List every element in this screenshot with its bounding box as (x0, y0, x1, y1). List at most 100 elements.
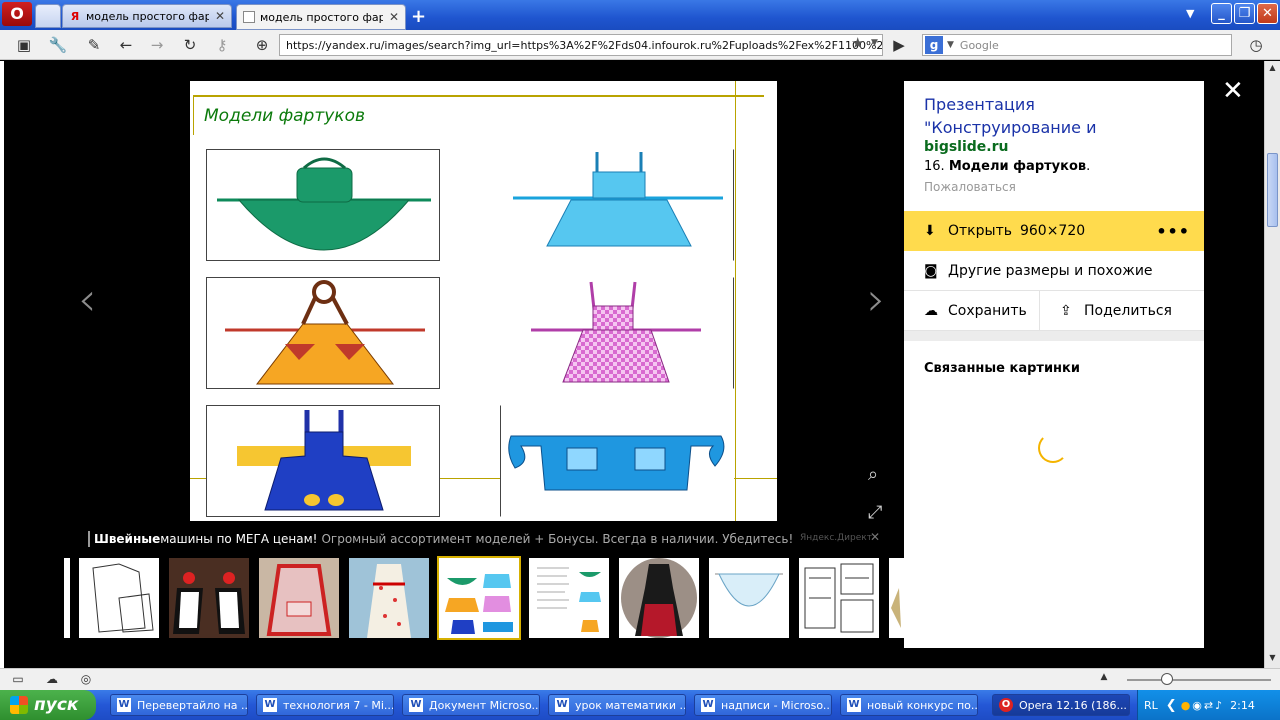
other-sizes-button[interactable]: ◙ Другие размеры и похожие (904, 251, 1204, 291)
speed-dial-clock-icon[interactable]: ◷ (1246, 35, 1266, 55)
source-site-link[interactable]: bigslide.ru (924, 139, 1008, 155)
key-icon[interactable]: ⚷ (212, 35, 232, 55)
search-field[interactable]: g ▼ Google (922, 34, 1232, 56)
scroll-thumb[interactable] (1267, 153, 1278, 227)
maximize-button[interactable]: ❐ (1234, 3, 1255, 24)
minimize-button[interactable]: _ (1211, 3, 1232, 24)
search-placeholder: Google (959, 38, 999, 52)
zoom-slider[interactable] (1127, 679, 1271, 681)
taskbar-item[interactable]: W Перевертайло на ... (110, 694, 248, 716)
image-description: 16. Модели фартуков. (924, 159, 1090, 174)
thumbnail[interactable] (529, 558, 609, 638)
taskbar-item-label: новый конкурс по... (867, 698, 978, 712)
start-button[interactable]: пуск (0, 690, 96, 720)
apron-image (500, 277, 734, 389)
save-button[interactable]: ☁ Сохранить (904, 291, 1039, 331)
taskbar-item[interactable]: Wтехнология 7 - Mi... (256, 694, 394, 716)
brush-icon[interactable]: ✎ (84, 35, 104, 55)
tab-close-icon[interactable]: ✕ (389, 10, 399, 24)
browser-statusbar: ▭ ☁ ◎ ▲ (0, 668, 1280, 690)
globe-icon[interactable]: ⊕ (252, 35, 272, 55)
apron-image (206, 149, 440, 261)
clock: 2:14 (1230, 698, 1255, 712)
source-title-link[interactable]: Презентация "Конструирование и (924, 93, 1184, 139)
page-favicon-icon (243, 11, 255, 23)
thumbnail[interactable] (799, 558, 879, 638)
direct-ad[interactable]: Швейные машины по МЕГА ценам! Огромный а… (88, 529, 793, 549)
taskbar-item[interactable]: W Документ Microso... (402, 694, 540, 716)
taskbar-item[interactable]: Wурок математики ... (548, 694, 686, 716)
thumbnail[interactable] (169, 558, 249, 638)
thumbnail[interactable] (259, 558, 339, 638)
tab-label: модель простого фарт... (86, 9, 209, 23)
thumbnail[interactable] (349, 558, 429, 638)
taskbar-item-label: технология 7 - Mi... (283, 698, 394, 712)
address-bar[interactable]: https://yandex.ru/images/search?img_url=… (279, 34, 883, 56)
volume-icon[interactable]: ♪ (1215, 699, 1222, 712)
opera-menu-button[interactable]: O (2, 2, 32, 26)
search-engine-dropdown-icon[interactable]: ▼ (947, 40, 954, 50)
bookmark-star-icon[interactable]: ★ (851, 34, 864, 52)
view-arrow-icon[interactable]: ▲ (1096, 672, 1112, 688)
start-label: пуск (34, 695, 79, 715)
thumbnail[interactable] (619, 558, 699, 638)
thumbnail[interactable] (709, 558, 789, 638)
camera-icon: ◙ (924, 262, 938, 279)
previous-image-arrow-icon[interactable]: ‹ (78, 272, 96, 326)
opera-unite-icon[interactable]: ☁ (44, 672, 60, 688)
panel-separator (904, 331, 1204, 341)
zoom-search-icon[interactable]: ⌕ (868, 464, 878, 485)
tray-arrow-icon[interactable]: ❮ (1166, 698, 1177, 713)
thumbnail[interactable] (64, 558, 70, 638)
next-image-arrow-icon[interactable]: › (867, 272, 885, 326)
complain-link[interactable]: Пожаловаться (924, 180, 1016, 194)
network-icon[interactable]: ⇄ (1204, 699, 1213, 712)
tray-app-icon[interactable]: ● (1181, 699, 1191, 712)
address-url: https://yandex.ru/images/search?img_url=… (286, 38, 883, 52)
tray-app-icon[interactable]: ◉ (1192, 699, 1202, 712)
thumbnail[interactable] (889, 558, 904, 638)
panel-toggle-icon[interactable]: ▭ (10, 672, 26, 688)
downloads-icon[interactable]: ▣ (14, 35, 34, 55)
taskbar-item-active[interactable]: O Opera 12.16 (186... (992, 694, 1130, 716)
browser-toolbar: ▣ 🔧 ✎ ← → ↻ ⚷ ⊕ https://yandex.ru/images… (0, 30, 1280, 60)
slide-decor-line (193, 95, 194, 135)
thumbnail-selected[interactable] (437, 556, 521, 640)
scroll-up-icon[interactable]: ▲ (1267, 63, 1278, 75)
vertical-scrollbar[interactable]: ▲ ▼ (1264, 61, 1280, 668)
back-icon[interactable]: ← (116, 35, 136, 55)
tab-label: модель простого фарт... (260, 10, 383, 24)
turbo-icon[interactable]: ◎ (78, 672, 94, 688)
close-window-button[interactable]: ✕ (1257, 3, 1278, 24)
tab-inactive[interactable]: Я модель простого фарт... ✕ (62, 4, 232, 28)
language-indicator[interactable]: RL (1144, 699, 1158, 712)
related-images-heading: Связанные картинки (924, 361, 1080, 376)
wrench-icon[interactable]: 🔧 (48, 35, 68, 55)
more-options-icon[interactable]: ••• (1156, 222, 1190, 241)
reload-icon[interactable]: ↻ (180, 35, 200, 55)
preview-image[interactable]: Модели фартуков (190, 81, 777, 521)
cloud-save-icon: ☁ (924, 302, 938, 319)
tab-close-icon[interactable]: ✕ (215, 9, 225, 23)
windows-logo-icon (10, 696, 28, 714)
tab-list-chevron-icon[interactable]: ▼ (1186, 7, 1194, 20)
taskbar-item[interactable]: Wнадписи - Microso... (694, 694, 832, 716)
google-search-icon[interactable]: g (925, 36, 943, 54)
opera-icon: O (999, 698, 1013, 712)
share-button[interactable]: ⇪ Поделиться (1040, 291, 1204, 331)
thumbnail[interactable] (79, 558, 159, 638)
open-label: Открыть (948, 223, 1012, 239)
tab-blank[interactable] (35, 4, 61, 28)
zoom-slider-knob[interactable] (1161, 673, 1173, 685)
fullscreen-icon[interactable]: ⤢ (868, 502, 882, 523)
new-tab-button[interactable]: + (411, 6, 426, 27)
ad-close-icon[interactable]: ✕ (870, 530, 880, 544)
tab-active[interactable]: модель простого фарт... ✕ (236, 4, 406, 30)
close-viewer-icon[interactable]: ✕ (1222, 76, 1244, 106)
scroll-down-icon[interactable]: ▼ (1267, 653, 1278, 665)
open-image-button[interactable]: ⬇ Открыть 960×720 ••• (904, 211, 1204, 251)
go-arrow-icon[interactable]: ▶ (889, 35, 909, 55)
url-history-dropdown-icon[interactable]: ▼ (871, 38, 878, 48)
forward-icon[interactable]: → (147, 35, 167, 55)
taskbar-item[interactable]: Wновый конкурс по... (840, 694, 978, 716)
